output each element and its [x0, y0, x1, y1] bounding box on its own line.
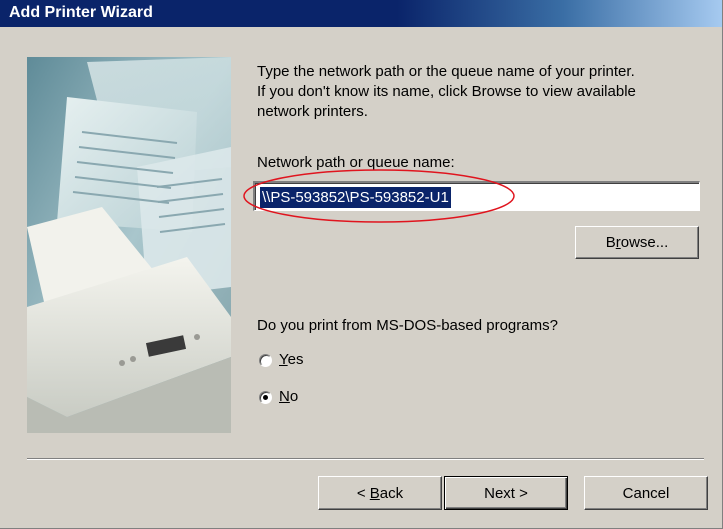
- radio-no[interactable]: [259, 391, 272, 404]
- printer-illustration: [27, 57, 231, 433]
- back-button[interactable]: < Back: [318, 476, 442, 510]
- msdos-question: Do you print from MS-DOS-based programs?: [257, 317, 558, 334]
- radio-no-label[interactable]: No: [279, 387, 298, 407]
- instruction-line-2: If you don't know its name, click Browse…: [257, 83, 636, 100]
- title-bar: Add Printer Wizard: [0, 0, 722, 27]
- radio-yes-label[interactable]: Yes: [279, 350, 303, 370]
- add-printer-wizard-window: Add Printer Wizard Type the network path…: [0, 0, 723, 529]
- instruction-line-1: Type the network path or the queue name …: [257, 63, 635, 80]
- divider: [27, 458, 704, 460]
- next-button[interactable]: Next >: [444, 476, 568, 510]
- instruction-line-3: network printers.: [257, 103, 368, 120]
- annotation-ellipse: [243, 169, 515, 223]
- window-title: Add Printer Wizard: [9, 4, 153, 21]
- cancel-button[interactable]: Cancel: [584, 476, 708, 510]
- radio-yes[interactable]: [259, 354, 272, 367]
- browse-button[interactable]: Br owse...: [575, 226, 699, 259]
- radio-selected-dot: [263, 395, 268, 400]
